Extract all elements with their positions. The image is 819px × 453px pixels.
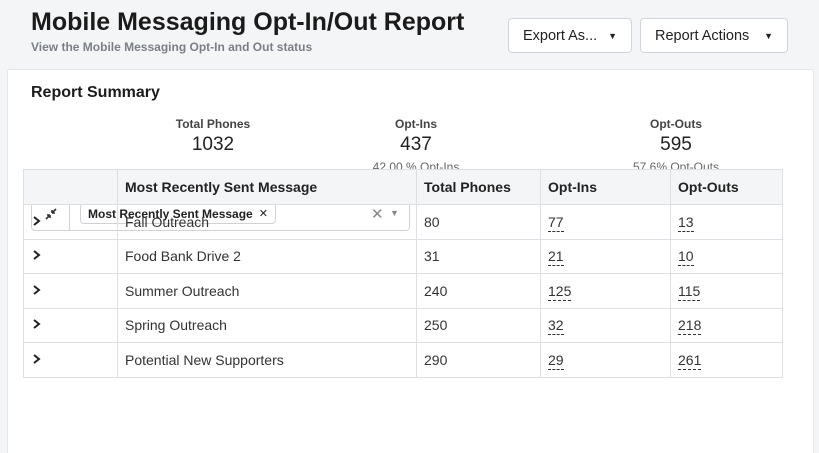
column-header-total-phones[interactable]: Total Phones: [416, 169, 541, 205]
report-actions-label: Report Actions: [655, 27, 750, 44]
cell-opt-outs: 10: [670, 238, 783, 274]
cell-total-phones: 31: [416, 238, 541, 274]
cell-opt-outs: 218: [670, 307, 783, 343]
opt-outs-link[interactable]: 115: [678, 282, 701, 301]
expand-row-toggle[interactable]: [23, 307, 118, 343]
chevron-right-icon: [33, 319, 41, 330]
cell-opt-ins: 77: [540, 204, 671, 240]
cell-opt-outs: 13: [670, 204, 783, 240]
chevron-right-icon: [33, 215, 41, 226]
cell-message-name: Summer Outreach: [117, 273, 417, 309]
table-row: Potential New Supporters 290 29 261: [23, 342, 783, 378]
caret-down-icon: ▼: [608, 30, 617, 41]
cell-total-phones: 240: [416, 273, 541, 309]
cell-message-name: Potential New Supporters: [117, 342, 417, 378]
stat-value: 437: [400, 134, 432, 155]
table-row: Spring Outreach 250 32 218: [23, 307, 783, 343]
opt-ins-link[interactable]: 21: [548, 248, 564, 267]
opt-ins-link[interactable]: 77: [548, 213, 564, 232]
cell-total-phones: 290: [416, 342, 541, 378]
cell-total-phones: 250: [416, 307, 541, 343]
page-subtitle: View the Mobile Messaging Opt-In and Out…: [31, 40, 313, 54]
cell-opt-ins: 32: [540, 307, 671, 343]
stat-label: Opt-Outs: [650, 117, 702, 131]
table-row: Food Bank Drive 2 31 21 10: [23, 238, 783, 274]
expand-row-toggle[interactable]: [23, 273, 118, 309]
report-table: Most Recently Sent Message Total Phones …: [23, 169, 783, 378]
table-header-row: Most Recently Sent Message Total Phones …: [23, 169, 783, 205]
opt-ins-link[interactable]: 29: [548, 351, 564, 370]
cell-message-name: Spring Outreach: [117, 307, 417, 343]
stat-value: 1032: [191, 134, 235, 155]
opt-outs-link[interactable]: 13: [678, 213, 694, 232]
cell-message-name: Food Bank Drive 2: [117, 238, 417, 274]
expand-row-toggle[interactable]: [23, 238, 118, 274]
summary-title: Report Summary: [31, 84, 160, 101]
opt-ins-link[interactable]: 125: [548, 282, 572, 301]
stat-opt-ins: Opt-Ins 437 42.00 % Opt-Ins: [316, 117, 516, 174]
opt-outs-link[interactable]: 218: [678, 317, 702, 336]
cell-total-phones: 80: [416, 204, 541, 240]
opt-outs-link[interactable]: 261: [678, 351, 702, 370]
chevron-right-icon: [33, 353, 41, 364]
cell-opt-outs: 115: [670, 273, 783, 309]
export-as-label: Export As...: [523, 27, 598, 44]
column-header-message[interactable]: Most Recently Sent Message: [117, 169, 417, 205]
opt-outs-link[interactable]: 10: [678, 248, 694, 267]
export-as-button[interactable]: Export As... ▼: [508, 18, 632, 53]
cell-opt-ins: 29: [540, 342, 671, 378]
stat-total-phones: Total Phones 1032: [113, 117, 313, 156]
cell-opt-outs: 261: [670, 342, 783, 378]
cell-opt-ins: 125: [540, 273, 671, 309]
cell-opt-ins: 21: [540, 238, 671, 274]
stat-label: Total Phones: [175, 117, 251, 131]
opt-ins-link[interactable]: 32: [548, 317, 564, 336]
page-title: Mobile Messaging Opt-In/Out Report: [31, 8, 465, 36]
table-row: Summer Outreach 240 125 115: [23, 273, 783, 309]
stat-value: 595: [660, 134, 692, 155]
cell-message-name: Fall Outreach: [117, 204, 417, 240]
column-header-opt-ins[interactable]: Opt-Ins: [540, 169, 671, 205]
expand-row-toggle[interactable]: [23, 204, 118, 240]
caret-down-icon: ▼: [764, 30, 773, 41]
table-row: Fall Outreach 80 77 13: [23, 204, 783, 240]
stat-opt-outs: Opt-Outs 595 57.6% Opt-Outs: [576, 117, 776, 174]
chevron-right-icon: [33, 284, 41, 295]
column-header-expand: [23, 169, 118, 205]
chevron-right-icon: [33, 250, 41, 261]
column-header-opt-outs[interactable]: Opt-Outs: [670, 169, 783, 205]
report-actions-button[interactable]: Report Actions ▼: [640, 18, 788, 53]
stat-label: Opt-Ins: [395, 117, 437, 131]
expand-row-toggle[interactable]: [23, 342, 118, 378]
